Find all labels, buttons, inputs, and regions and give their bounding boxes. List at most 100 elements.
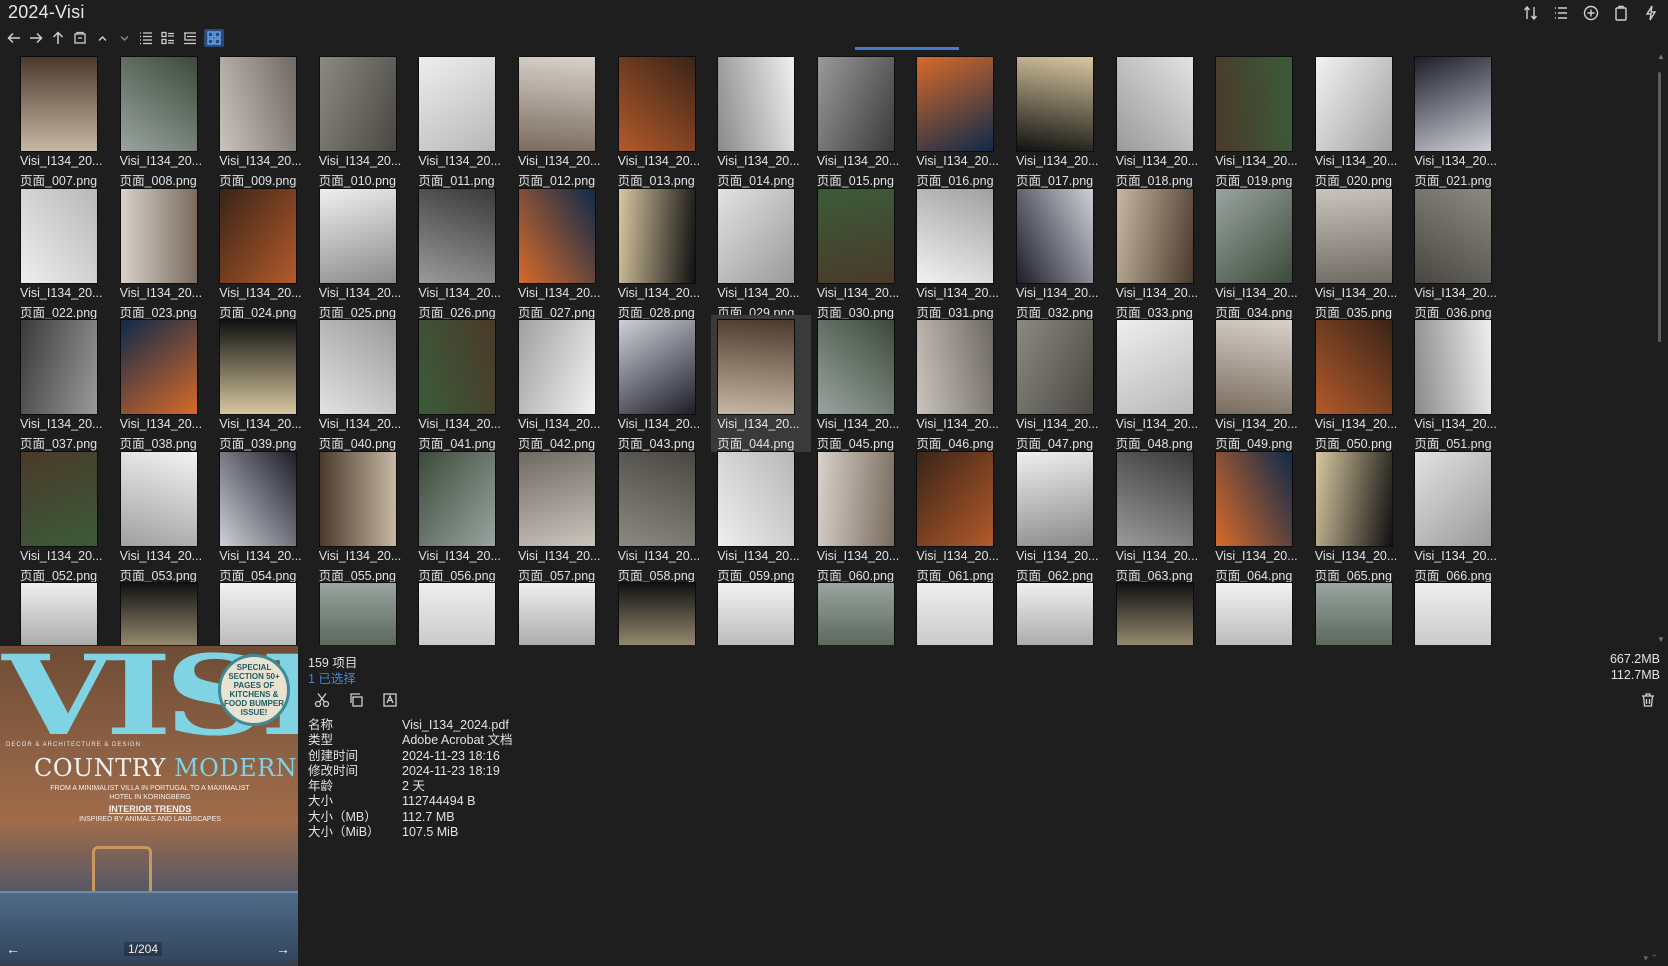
rename-icon[interactable]: [380, 690, 400, 710]
thumbnail-tile[interactable]: Visi_I134_20... 页面_023.png: [114, 184, 214, 321]
thumbnail-tile[interactable]: Visi_I134_20... 页面_015.png: [811, 52, 911, 189]
folder-icon[interactable]: [72, 30, 88, 46]
thumbnail-tile[interactable]: Visi_I134_20... 页面_039.png: [213, 315, 313, 452]
thumbnail-tile[interactable]: Visi_I134_20... 页面_037.png: [14, 315, 114, 452]
thumbnail-tile[interactable]: Visi_I134_20... 页面_036.png: [1408, 184, 1508, 321]
thumbnail-tile-partial[interactable]: [1408, 578, 1508, 645]
thumbnail-tile[interactable]: Visi_I134_20... 页面_022.png: [14, 184, 114, 321]
thumbnail-tile[interactable]: Visi_I134_20... 页面_020.png: [1309, 52, 1409, 189]
thumbnail-tile[interactable]: Visi_I134_20... 页面_035.png: [1309, 184, 1409, 321]
clipboard-icon[interactable]: [1612, 4, 1630, 22]
thumbnail-tile[interactable]: Visi_I134_20... 页面_021.png: [1408, 52, 1508, 189]
thumbnail-tile[interactable]: Visi_I134_20... 页面_041.png: [412, 315, 512, 452]
thumbnail-tile[interactable]: Visi_I134_20... 页面_066.png: [1408, 447, 1508, 584]
sort-icon[interactable]: [1522, 4, 1540, 22]
view-tree-icon[interactable]: [182, 30, 198, 46]
thumbnail-tile-partial[interactable]: [412, 578, 512, 645]
back-arrow-icon[interactable]: [6, 30, 22, 46]
thumbnail-tile[interactable]: Visi_I134_20... 页面_019.png: [1209, 52, 1309, 189]
thumbnail-tile[interactable]: Visi_I134_20... 页面_063.png: [1110, 447, 1210, 584]
forward-arrow-icon[interactable]: [28, 30, 44, 46]
thumbnail-tile-partial[interactable]: [213, 578, 313, 645]
thumbnail-tile[interactable]: Visi_I134_20... 页面_040.png: [313, 315, 413, 452]
selected-count[interactable]: 1 已选择: [308, 668, 356, 687]
thumbnail-tile-partial[interactable]: [711, 578, 811, 645]
thumbnail-tile-partial[interactable]: [1309, 578, 1409, 645]
thumbnail-grid[interactable]: Visi_I134_20... 页面_007.png Visi_I134_20...…: [14, 52, 1654, 645]
thumbnail-tile[interactable]: Visi_I134_20... 页面_013.png: [612, 52, 712, 189]
thumbnail-tile[interactable]: Visi_I134_20... 页面_051.png: [1408, 315, 1508, 452]
flash-icon[interactable]: [1642, 4, 1660, 22]
property-value[interactable]: 112744494 B: [402, 794, 475, 809]
thumbnail-tile-partial[interactable]: [114, 578, 214, 645]
cut-icon[interactable]: [312, 690, 332, 710]
thumbnail-tile-partial[interactable]: [910, 578, 1010, 645]
property-value[interactable]: Adobe Acrobat 文档: [402, 733, 512, 748]
thumbnail-tile[interactable]: Visi_I134_20... 页面_011.png: [412, 52, 512, 189]
property-value[interactable]: 112.7 MB: [402, 810, 455, 825]
thumbnail-tile[interactable]: Visi_I134_20... 页面_058.png: [612, 447, 712, 584]
thumbnail-tile[interactable]: Visi_I134_20... 页面_017.png: [1010, 52, 1110, 189]
thumbnail-tile-partial[interactable]: [313, 578, 413, 645]
thumbnail-tile[interactable]: Visi_I134_20... 页面_029.png: [711, 184, 811, 321]
trash-icon[interactable]: [1638, 690, 1658, 710]
property-value[interactable]: 2024-11-23 18:16: [402, 749, 500, 764]
thumbnail-tile[interactable]: Visi_I134_20... 页面_049.png: [1209, 315, 1309, 452]
chevron-down-icon[interactable]: [116, 30, 132, 46]
vertical-scrollbar[interactable]: ▲ ▼: [1656, 52, 1666, 645]
thumbnail-tile[interactable]: Visi_I134_20... 页面_060.png: [811, 447, 911, 584]
thumbnail-tile-partial[interactable]: [1209, 578, 1309, 645]
view-grid-icon[interactable]: [204, 29, 224, 47]
thumbnail-tile[interactable]: Visi_I134_20... 页面_010.png: [313, 52, 413, 189]
thumbnail-tile[interactable]: Visi_I134_20... 页面_038.png: [114, 315, 214, 452]
thumbnail-tile[interactable]: Visi_I134_20... 页面_014.png: [711, 52, 811, 189]
thumbnail-tile[interactable]: Visi_I134_20... 页面_046.png: [910, 315, 1010, 452]
property-value[interactable]: 107.5 MiB: [402, 825, 458, 840]
thumbnail-tile[interactable]: Visi_I134_20... 页面_045.png: [811, 315, 911, 452]
thumbnail-tile[interactable]: Visi_I134_20... 页面_056.png: [412, 447, 512, 584]
scroll-up-icon[interactable]: ▲: [1656, 52, 1666, 62]
thumbnail-tile-partial[interactable]: [811, 578, 911, 645]
prev-page-button[interactable]: ←: [2, 938, 24, 960]
scroll-down-icon[interactable]: ▼: [1656, 635, 1666, 645]
thumbnail-tile[interactable]: Visi_I134_20... 页面_047.png: [1010, 315, 1110, 452]
thumbnail-tile[interactable]: Visi_I134_20... 页面_043.png: [612, 315, 712, 452]
thumbnail-tile[interactable]: Visi_I134_20... 页面_055.png: [313, 447, 413, 584]
thumbnail-tile[interactable]: Visi_I134_20... 页面_042.png: [512, 315, 612, 452]
view-details-icon[interactable]: [160, 30, 176, 46]
copy-icon[interactable]: [346, 690, 366, 710]
thumbnail-tile[interactable]: Visi_I134_20... 页面_052.png: [14, 447, 114, 584]
thumbnail-tile[interactable]: Visi_I134_20... 页面_028.png: [612, 184, 712, 321]
view-list-icon[interactable]: [138, 30, 154, 46]
add-icon[interactable]: [1582, 4, 1600, 22]
thumbnail-tile[interactable]: Visi_I134_20... 页面_048.png: [1110, 315, 1210, 452]
thumbnail-tile[interactable]: Visi_I134_20... 页面_033.png: [1110, 184, 1210, 321]
property-value[interactable]: Visi_I134_2024.pdf: [402, 718, 509, 733]
thumbnail-tile[interactable]: Visi_I134_20... 页面_016.png: [910, 52, 1010, 189]
thumbnail-tile-partial[interactable]: [1010, 578, 1110, 645]
thumbnail-tile[interactable]: Visi_I134_20... 页面_024.png: [213, 184, 313, 321]
thumbnail-tile[interactable]: Visi_I134_20... 页面_012.png: [512, 52, 612, 189]
thumbnail-tile-partial[interactable]: [1110, 578, 1210, 645]
property-value[interactable]: 2024-11-23 18:19: [402, 764, 500, 779]
thumbnail-tile[interactable]: Visi_I134_20... 页面_030.png: [811, 184, 911, 321]
next-page-button[interactable]: →: [272, 938, 294, 960]
thumbnail-tile-partial[interactable]: [612, 578, 712, 645]
thumbnail-tile[interactable]: Visi_I134_20... 页面_064.png: [1209, 447, 1309, 584]
thumbnail-tile[interactable]: Visi_I134_20... 页面_044.png: [711, 315, 812, 452]
thumbnail-tile[interactable]: Visi_I134_20... 页面_027.png: [512, 184, 612, 321]
thumbnail-tile[interactable]: Visi_I134_20... 页面_061.png: [910, 447, 1010, 584]
thumbnail-tile[interactable]: Visi_I134_20... 页面_009.png: [213, 52, 313, 189]
thumbnail-tile[interactable]: Visi_I134_20... 页面_059.png: [711, 447, 811, 584]
chevron-up-icon[interactable]: [94, 30, 110, 46]
list-icon[interactable]: [1552, 4, 1570, 22]
scrollbar-thumb[interactable]: [1658, 72, 1661, 342]
thumbnail-tile[interactable]: Visi_I134_20... 页面_026.png: [412, 184, 512, 321]
thumbnail-tile-partial[interactable]: [512, 578, 612, 645]
thumbnail-tile[interactable]: Visi_I134_20... 页面_057.png: [512, 447, 612, 584]
thumbnail-tile[interactable]: Visi_I134_20... 页面_054.png: [213, 447, 313, 584]
thumbnail-tile[interactable]: Visi_I134_20... 页面_065.png: [1309, 447, 1409, 584]
thumbnail-tile[interactable]: Visi_I134_20... 页面_034.png: [1209, 184, 1309, 321]
thumbnail-tile[interactable]: Visi_I134_20... 页面_050.png: [1309, 315, 1409, 452]
thumbnail-tile[interactable]: Visi_I134_20... 页面_007.png: [14, 52, 114, 189]
